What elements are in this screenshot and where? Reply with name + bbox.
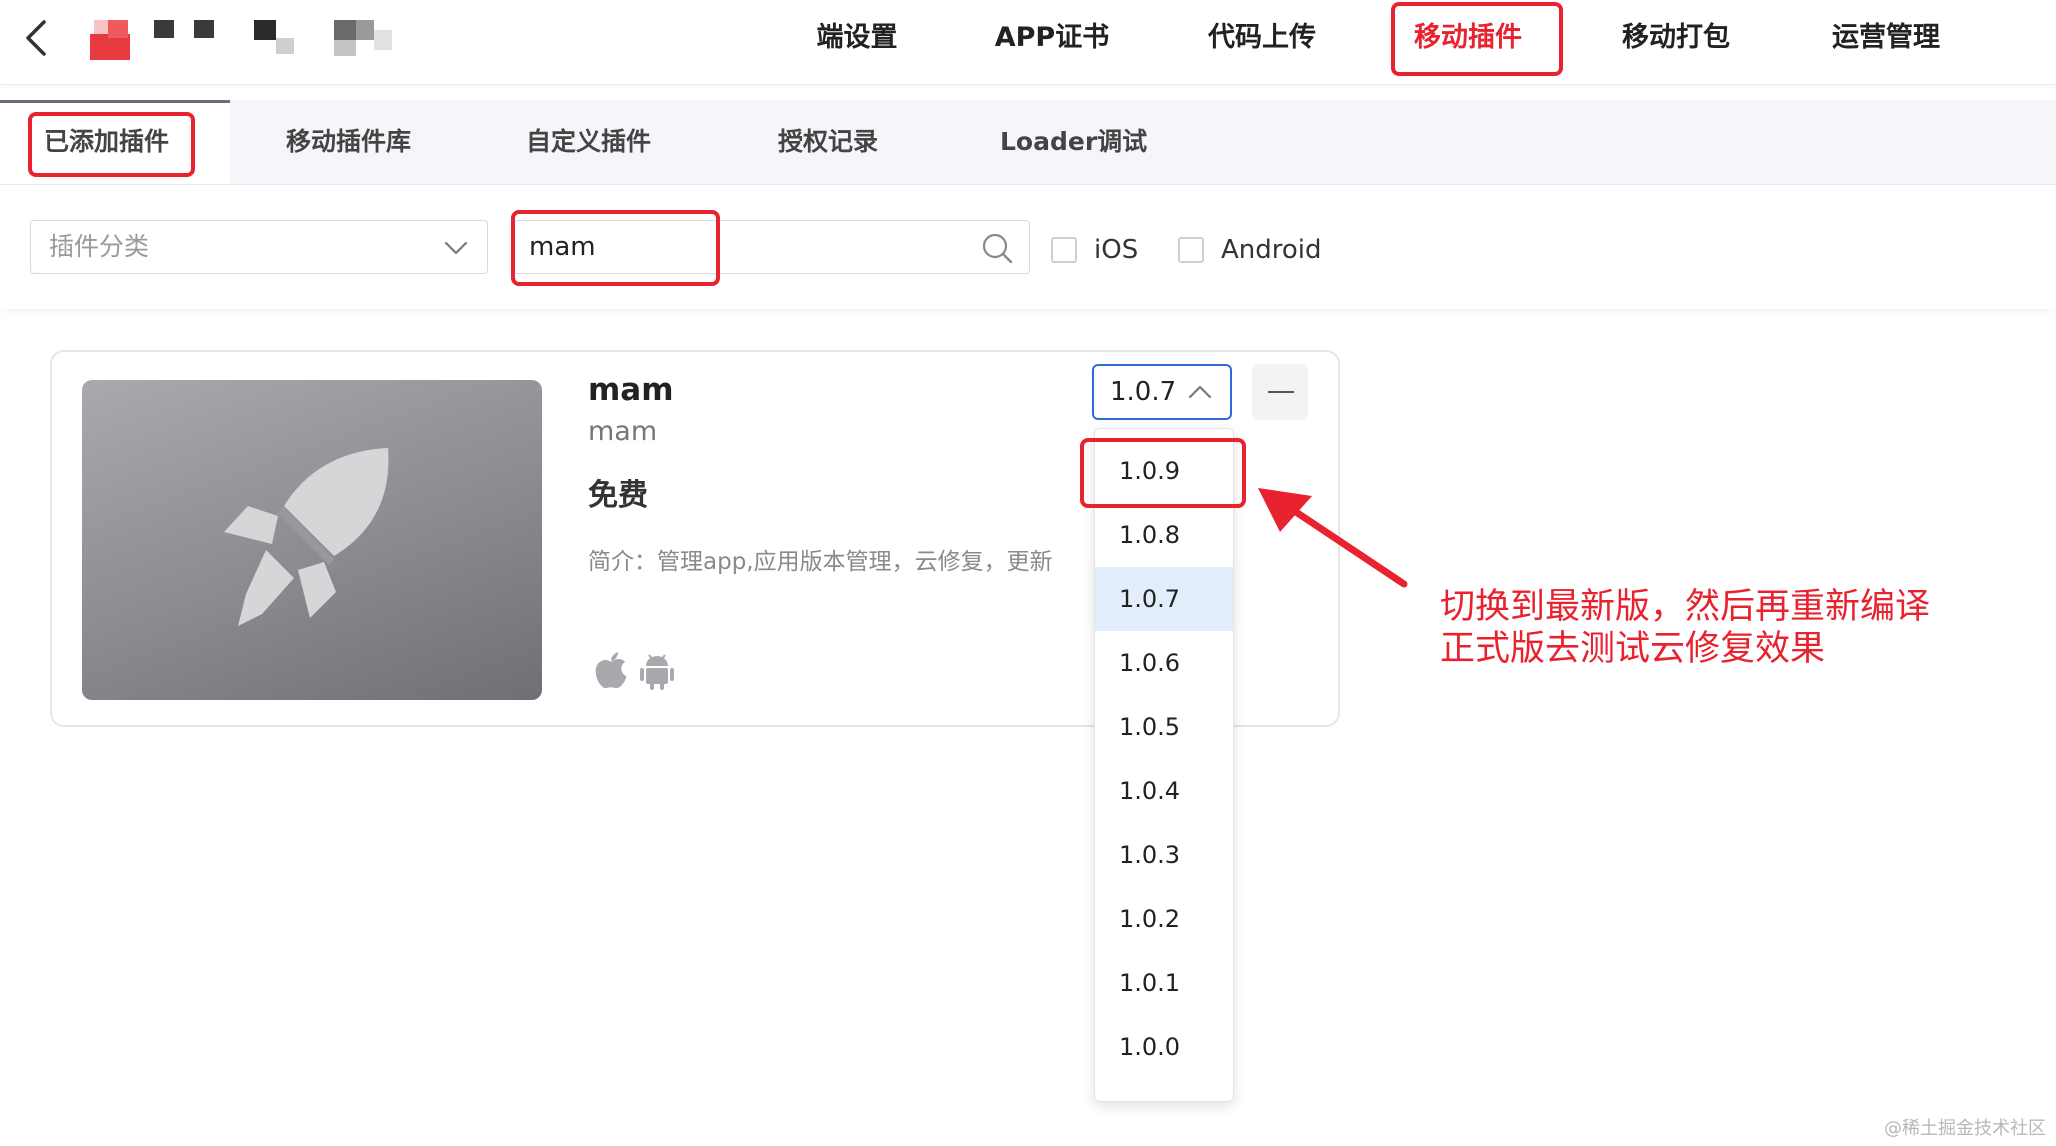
nav-item-client-settings[interactable]: 端设置 bbox=[814, 0, 900, 76]
nav-item-mobile-packaging[interactable]: 移动打包 bbox=[1618, 0, 1734, 76]
annotation-text: 切换到最新版，然后再重新编译 正式版去测试云修复效果 bbox=[1440, 586, 1930, 670]
nav-item-code-upload[interactable]: 代码上传 bbox=[1204, 0, 1320, 76]
minus-icon bbox=[1268, 391, 1294, 393]
plugin-id: mam bbox=[588, 416, 658, 447]
tab-added-plugins[interactable]: 已添加插件 bbox=[0, 100, 230, 184]
nav-item-app-certificate[interactable]: APP证书 bbox=[994, 0, 1110, 76]
apple-icon bbox=[595, 652, 627, 689]
version-select[interactable]: 1.0.7 bbox=[1092, 364, 1232, 420]
ios-checkbox[interactable] bbox=[1051, 237, 1077, 263]
plugin-name: mam bbox=[588, 372, 674, 408]
annotation-arrow-icon bbox=[1258, 488, 1408, 588]
android-icon bbox=[640, 654, 674, 690]
plugin-category-select[interactable]: 插件分类 bbox=[30, 220, 488, 274]
sub-tab-bar: 已添加插件 移动插件库 自定义插件 授权记录 Loader调试 bbox=[0, 100, 2056, 185]
watermark: @稀土掘金技术社区 bbox=[1884, 1118, 2046, 1139]
search-icon[interactable] bbox=[981, 232, 1013, 264]
search-value: mam bbox=[529, 232, 596, 262]
remove-plugin-button[interactable] bbox=[1252, 364, 1308, 420]
chevron-left-icon bbox=[26, 20, 46, 56]
version-option[interactable]: 1.0.1 bbox=[1095, 951, 1233, 1015]
version-option[interactable]: 1.0.3 bbox=[1095, 823, 1233, 887]
android-checkbox[interactable] bbox=[1178, 237, 1204, 263]
nav-item-operations[interactable]: 运营管理 bbox=[1828, 0, 1944, 76]
tab-label: 已添加插件 bbox=[44, 127, 170, 156]
plugin-thumbnail bbox=[82, 380, 542, 700]
version-option[interactable]: 1.0.5 bbox=[1095, 695, 1233, 759]
version-option[interactable]: 1.0.4 bbox=[1095, 759, 1233, 823]
version-option[interactable]: 1.0.8 bbox=[1095, 503, 1233, 567]
annotation-line-1: 切换到最新版，然后再重新编译 bbox=[1440, 587, 1931, 627]
tab-plugin-library[interactable]: 移动插件库 bbox=[286, 100, 411, 184]
version-dropdown: 1.0.9 1.0.8 1.0.7 1.0.6 1.0.5 1.0.4 1.0.… bbox=[1094, 428, 1234, 1102]
chevron-down-icon bbox=[444, 241, 468, 255]
tab-loader-debug[interactable]: Loader调试 bbox=[1000, 100, 1147, 184]
nav-item-mobile-plugins[interactable]: 移动插件 bbox=[1410, 0, 1526, 76]
app-logo-blurred bbox=[90, 16, 430, 64]
version-option[interactable]: 1.0.6 bbox=[1095, 631, 1233, 695]
filter-bar: 插件分类 mam iOS Android bbox=[0, 185, 2056, 309]
chevron-up-icon bbox=[1188, 385, 1212, 399]
tab-authorization-records[interactable]: 授权记录 bbox=[778, 100, 878, 184]
ios-label: iOS bbox=[1094, 235, 1139, 265]
back-button[interactable] bbox=[18, 16, 54, 60]
version-option[interactable]: 1.0.2 bbox=[1095, 887, 1233, 951]
android-label: Android bbox=[1221, 235, 1322, 265]
current-version: 1.0.7 bbox=[1110, 377, 1177, 407]
version-option[interactable]: 1.0.9 bbox=[1095, 439, 1233, 503]
annotation-line-2: 正式版去测试云修复效果 bbox=[1440, 629, 1826, 669]
plugin-price: 免费 bbox=[588, 478, 648, 513]
plugin-description: 简介：管理app,应用版本管理，云修复，更新 bbox=[588, 549, 1053, 575]
category-placeholder: 插件分类 bbox=[49, 232, 150, 261]
top-navigation-bar: 端设置 APP证书 代码上传 移动插件 移动打包 运营管理 bbox=[0, 0, 2056, 85]
version-option-selected[interactable]: 1.0.7 bbox=[1095, 567, 1233, 631]
version-option[interactable]: 1.0.0 bbox=[1095, 1015, 1233, 1079]
rocket-icon bbox=[224, 448, 389, 626]
plugin-search-input[interactable]: mam bbox=[512, 220, 1030, 274]
tab-custom-plugins[interactable]: 自定义插件 bbox=[526, 100, 651, 184]
